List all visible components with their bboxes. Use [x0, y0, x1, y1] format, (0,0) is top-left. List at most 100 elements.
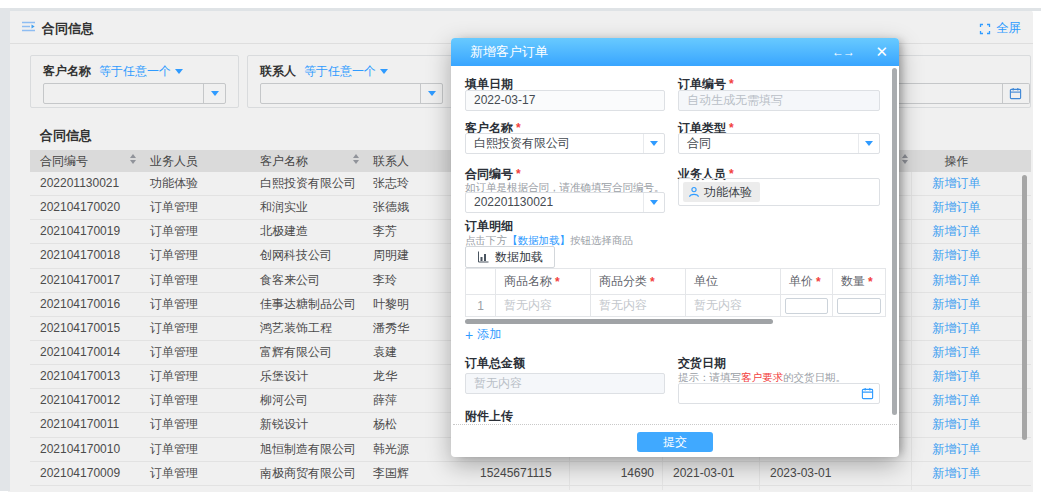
salesperson-chip[interactable]: 功能体验: [683, 182, 760, 202]
add-order-link[interactable]: 新增订单: [933, 297, 981, 311]
items-column-header: 单价*: [781, 269, 833, 295]
calendar-icon: [861, 387, 874, 400]
items-cell-input: [833, 295, 886, 317]
table-cell: 和润实业: [250, 196, 363, 219]
items-column-header: [466, 269, 496, 295]
sort-icon[interactable]: [130, 154, 136, 164]
table-cell-action: 新增订单: [912, 341, 1001, 364]
table-cell-action: 新增订单: [912, 244, 1001, 267]
items-row: 1暂无内容暂无内容暂无内容: [466, 295, 886, 317]
table-cell: [912, 486, 1001, 490]
filter-customer-operator[interactable]: 等于任意一个: [99, 63, 183, 80]
sort-icon[interactable]: [902, 154, 908, 164]
add-order-link[interactable]: 新增订单: [933, 176, 981, 190]
add-order-link[interactable]: 新增订单: [933, 393, 981, 407]
fullscreen-button[interactable]: 全屏: [979, 20, 1021, 37]
table-cell: 202104170018: [30, 244, 140, 267]
table-cell: 订单管理: [140, 341, 250, 364]
table-cell: 15245671115: [470, 462, 570, 485]
table-cell: 202104170013: [30, 365, 140, 388]
menu-icon[interactable]: [21, 21, 36, 33]
add-order-modal: 新增客户订单 ←→ ✕ 填单日期 订单编号* 2022-03-17 自动生成无需…: [451, 38, 899, 457]
add-order-link[interactable]: 新增订单: [933, 466, 981, 480]
chevron-down-icon: [650, 141, 658, 146]
table-row-partial: [30, 486, 1031, 490]
add-order-link[interactable]: 新增订单: [933, 224, 981, 238]
filter-date-button[interactable]: [1002, 83, 1030, 104]
order-no-input[interactable]: 自动生成无需填写: [678, 90, 880, 111]
section-title: 合同信息: [40, 127, 92, 145]
table-cell: 食客来公司: [250, 269, 363, 292]
table-cell: 白熙投资有限公司: [250, 172, 363, 195]
table-cell-action: 新增订单: [912, 220, 1001, 243]
table-cell: 202104170009: [30, 462, 140, 485]
table-cell: 李国辉: [363, 462, 470, 485]
modal-header[interactable]: 新增客户订单 ←→ ✕: [451, 38, 899, 66]
contract-no-select[interactable]: 202201130021: [465, 192, 665, 213]
chevron-down-icon: [865, 141, 873, 146]
add-order-link[interactable]: 新增订单: [933, 369, 981, 383]
filter-contact: 联系人等于任意一个: [247, 55, 456, 108]
table-cell: 创网科技公司: [250, 244, 363, 267]
salesperson-field[interactable]: 功能体验: [678, 178, 880, 206]
unit-price-input[interactable]: [785, 298, 828, 314]
table-cell: 202104170014: [30, 341, 140, 364]
table-cell: 订单管理: [140, 413, 250, 436]
add-row-link[interactable]: +添加: [465, 326, 501, 343]
sort-icon[interactable]: [353, 154, 359, 164]
table-cell: 乐堡设计: [250, 365, 363, 388]
add-order-link[interactable]: 新增订单: [933, 345, 981, 359]
person-icon: [688, 186, 700, 198]
modal-scrollbar[interactable]: [892, 68, 897, 415]
table-cell-action: 新增订单: [912, 413, 1001, 436]
table-cell: 202104170010: [30, 438, 140, 461]
order-type-select[interactable]: 合同: [678, 133, 880, 154]
column-header[interactable]: 客户名称: [250, 150, 363, 172]
resize-icon[interactable]: ←→: [832, 44, 854, 60]
column-header[interactable]: 合同编号: [30, 150, 140, 172]
add-order-link[interactable]: 新增订单: [933, 248, 981, 262]
table-cell: 202104170015: [30, 317, 140, 340]
filter-contact-select[interactable]: [260, 83, 443, 104]
add-order-link[interactable]: 新增订单: [933, 321, 981, 335]
table-cell: [570, 486, 663, 490]
items-header-row: 商品名称*商品分类*单位单价*数量*: [466, 269, 886, 295]
filter-customer-name: 客户名称等于任意一个: [30, 55, 239, 108]
filter-customer-select[interactable]: [43, 83, 226, 104]
table-cell-action: 新增订单: [912, 462, 1001, 485]
vertical-scrollbar[interactable]: [1022, 175, 1027, 440]
table-cell: 订单管理: [140, 293, 250, 316]
table-cell: 订单管理: [140, 244, 250, 267]
add-order-link[interactable]: 新增订单: [933, 200, 981, 214]
filter-contact-operator[interactable]: 等于任意一个: [304, 63, 388, 80]
items-column-header: 商品名称*: [496, 269, 591, 295]
submit-button[interactable]: 提交: [637, 432, 713, 452]
table-cell: [140, 486, 250, 490]
add-order-link[interactable]: 新增订单: [933, 273, 981, 287]
quantity-input[interactable]: [837, 298, 881, 314]
horizontal-scrollbar[interactable]: [465, 319, 773, 324]
table-cell: 14690: [570, 462, 663, 485]
table-cell-action: 新增订单: [912, 269, 1001, 292]
add-order-link[interactable]: 新增订单: [933, 417, 981, 431]
table-cell: 202201130021: [30, 172, 140, 195]
page-title: 合同信息: [42, 20, 94, 38]
table-cell-action: 新增订单: [912, 438, 1001, 461]
table-cell: 202104170019: [30, 220, 140, 243]
chart-icon: [477, 251, 489, 263]
table-cell: [760, 486, 912, 490]
table-cell: 富辉有限公司: [250, 341, 363, 364]
table-cell: 订单管理: [140, 438, 250, 461]
close-icon[interactable]: ✕: [875, 39, 888, 65]
chevron-down-icon: [175, 69, 183, 74]
fill-date-input[interactable]: 2022-03-17: [465, 90, 665, 111]
table-cell: 订单管理: [140, 462, 250, 485]
total-amount-input[interactable]: 暂无内容: [465, 373, 665, 394]
add-order-link[interactable]: 新增订单: [933, 442, 981, 456]
data-load-button[interactable]: 数据加载: [465, 246, 555, 268]
fullscreen-icon: [979, 23, 991, 35]
customer-name-select[interactable]: 白熙投资有限公司: [465, 133, 665, 154]
modal-title: 新增客户订单: [470, 38, 548, 66]
table-cell: [663, 486, 760, 490]
delivery-date-input[interactable]: [678, 383, 880, 404]
